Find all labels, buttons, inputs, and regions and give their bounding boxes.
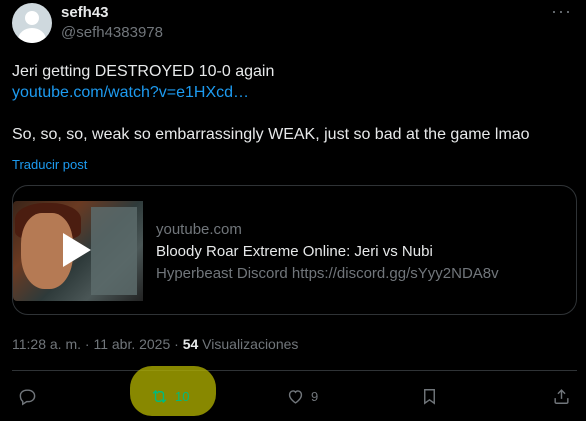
views-count: 54 [182,336,199,352]
post-link[interactable]: youtube.com/watch?v=e1HXcd… [12,82,577,103]
translate-post-link[interactable]: Traducir post [12,157,87,172]
retweet-button[interactable]: 10 [150,376,189,416]
divider [12,370,577,371]
post-line: So, so, so, weak so embarrassingly WEAK,… [12,126,530,143]
retweet-icon [152,389,167,403]
retweet-count: 10 [175,388,190,404]
like-button[interactable]: 9 [286,376,318,416]
reply-button[interactable] [18,376,43,416]
like-count: 9 [311,388,319,404]
avatar[interactable] [12,3,52,43]
action-bar: 10 9 [0,376,586,416]
card-domain: youtube.com [156,221,242,238]
avatar-head [25,11,39,25]
post-line: Jeri getting DESTROYED 10-0 again [12,63,275,80]
display-name[interactable]: sefh43 [61,4,109,21]
card-description: Hyperbeast Discord https://discord.gg/sY… [156,265,499,282]
reply-icon [19,388,36,405]
avatar-body [18,28,46,43]
thumbnail-background [91,207,137,295]
more-horizontal-icon[interactable]: ··· [551,1,572,22]
play-icon[interactable] [63,233,91,267]
bookmark-button[interactable] [420,376,439,416]
card-title[interactable]: Bloody Roar Extreme Online: Jeri vs Nubi [156,243,433,260]
post-text: Jeri getting DESTROYED 10-0 again youtub… [12,61,577,145]
video-thumbnail[interactable] [13,201,143,301]
views-label: Visualizaciones [198,336,299,352]
heart-icon [288,389,303,404]
link-preview-card[interactable]: youtube.com Bloody Roar Extreme Online: … [12,185,577,315]
post-metadata: 11:28 a. m. · 11 abr. 2025 · 54 Visualiz… [12,336,298,352]
timestamp[interactable]: 11:28 a. m. · 11 abr. 2025 · [12,336,183,352]
user-handle[interactable]: @sefh4383978 [61,24,163,41]
bookmark-icon [424,388,435,405]
share-icon [554,388,569,404]
share-button[interactable] [552,376,571,416]
